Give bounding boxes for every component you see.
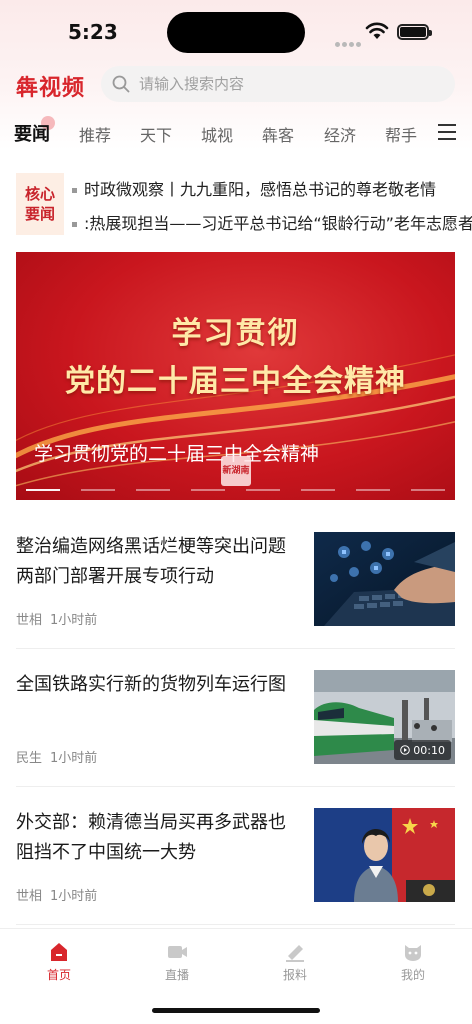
core-badge-line2: 要闻 bbox=[24, 205, 55, 223]
divider bbox=[16, 786, 455, 787]
home-indicator[interactable] bbox=[152, 1008, 320, 1013]
core-news-item[interactable]: 时政微观察丨九九重阳，感悟总书记的尊老敬老情 bbox=[72, 176, 472, 200]
bullet-icon bbox=[72, 222, 77, 227]
cellular-signal-icon bbox=[335, 32, 363, 51]
tab-benke[interactable]: 犇客 bbox=[262, 122, 294, 146]
live-icon bbox=[168, 946, 187, 958]
banner-page-dot bbox=[246, 489, 280, 491]
search-input[interactable] bbox=[139, 66, 439, 102]
article-title: 外交部：赖清德当局买再多武器也阻挡不了中国统一大势 bbox=[16, 812, 286, 863]
core-news-text: :热展现担当——习近平总书记给“银龄行动”老年志愿者 bbox=[84, 214, 472, 233]
nav-report-label: 报料 bbox=[282, 968, 307, 982]
nav-profile[interactable]: 我的 bbox=[383, 941, 443, 983]
feature-banner[interactable]: 学习贯彻 党的二十届三中全会精神 学习贯彻党的二十届三中全会精神 新湖南 bbox=[16, 252, 455, 500]
banner-headline-line1: 学习贯彻 bbox=[171, 316, 300, 351]
core-badge-line1: 核心 bbox=[24, 185, 55, 203]
home-icon bbox=[51, 943, 67, 961]
channel-menu-icon[interactable] bbox=[438, 124, 456, 145]
banner-page-dot bbox=[301, 489, 335, 491]
search-icon bbox=[112, 75, 130, 93]
banner-stamp-logo: 新湖南 bbox=[221, 456, 251, 486]
banner-page-dot bbox=[356, 489, 390, 491]
tab-chengshi[interactable]: 城视 bbox=[201, 122, 233, 146]
tab-bangshou[interactable]: 帮手 bbox=[385, 122, 417, 146]
nav-profile-label: 我的 bbox=[400, 968, 425, 982]
video-duration-badge: 00:10 bbox=[394, 740, 451, 760]
video-duration: 00:10 bbox=[413, 743, 445, 757]
divider bbox=[16, 648, 455, 649]
banner-headline-line2: 党的二十届三中全会精神 bbox=[65, 364, 406, 399]
nav-live-label: 直播 bbox=[164, 968, 189, 982]
article-time: 1小时前 bbox=[50, 751, 98, 766]
profile-icon bbox=[405, 945, 421, 961]
nav-home-label: 首页 bbox=[46, 968, 71, 982]
dynamic-island bbox=[167, 12, 305, 53]
article-category: 民生 bbox=[16, 751, 43, 766]
article-category: 世相 bbox=[16, 613, 43, 628]
nav-live[interactable]: 直播 bbox=[147, 941, 207, 983]
tab-tianxia[interactable]: 天下 bbox=[140, 122, 172, 146]
status-bar: 5:23 bbox=[0, 0, 472, 60]
banner-page-dot bbox=[136, 489, 170, 491]
banner-pagination bbox=[26, 489, 446, 492]
banner-page-dot bbox=[81, 489, 115, 491]
wifi-icon bbox=[365, 22, 389, 39]
banner-page-dot bbox=[191, 489, 225, 491]
nav-report[interactable]: 报料 bbox=[265, 941, 325, 983]
article-item[interactable]: 整治编造网络黑话烂梗等突出问题 两部门部署开展专项行动 世相 1小时前 bbox=[0, 532, 472, 662]
banner-caption: 学习贯彻党的二十届三中全会精神 bbox=[34, 443, 320, 465]
article-thumbnail bbox=[314, 808, 455, 902]
article-time: 1小时前 bbox=[50, 613, 98, 628]
banner-page-dot bbox=[26, 489, 60, 491]
article-item[interactable]: 全国铁路实行新的货物列车运行图 民生 1小时前 00:10 bbox=[0, 670, 472, 800]
banner-page-dot bbox=[411, 489, 445, 491]
core-news-item[interactable]: :热展现担当——习近平总书记给“银龄行动”老年志愿者 bbox=[72, 210, 472, 234]
tab-jingji[interactable]: 经济 bbox=[324, 122, 356, 146]
article-thumbnail: 00:10 bbox=[314, 670, 455, 764]
article-thumbnail bbox=[314, 532, 455, 626]
article-title: 全国铁路实行新的货物列车运行图 bbox=[16, 674, 286, 695]
article-category: 世相 bbox=[16, 889, 43, 904]
battery-icon bbox=[397, 24, 432, 40]
channel-tabs: 要闻 推荐 天下 城视 犇客 经济 帮手 bbox=[0, 116, 472, 150]
article-meta: 民生 1小时前 bbox=[16, 747, 97, 766]
tab-yaowen[interactable]: 要闻 bbox=[14, 120, 50, 146]
nav-home[interactable]: 首页 bbox=[29, 941, 89, 983]
article-title: 整治编造网络黑话烂梗等突出问题 两部门部署开展专项行动 bbox=[16, 536, 286, 587]
divider bbox=[16, 924, 455, 925]
article-meta: 世相 1小时前 bbox=[16, 885, 97, 904]
search-bar[interactable] bbox=[101, 66, 455, 102]
tab-tuijian[interactable]: 推荐 bbox=[79, 122, 111, 146]
app-logo: 犇视频 bbox=[16, 76, 86, 101]
core-news-badge: 核心 要闻 bbox=[16, 173, 64, 235]
article-time: 1小时前 bbox=[50, 889, 98, 904]
play-icon bbox=[400, 745, 411, 755]
article-item[interactable]: 外交部：赖清德当局买再多武器也阻挡不了中国统一大势 世相 1小时前 bbox=[0, 808, 472, 938]
article-meta: 世相 1小时前 bbox=[16, 609, 97, 628]
report-icon bbox=[286, 945, 304, 962]
core-news-text: 时政微观察丨九九重阳，感悟总书记的尊老敬老情 bbox=[84, 180, 437, 199]
bullet-icon bbox=[72, 188, 77, 193]
status-time: 5:23 bbox=[68, 20, 118, 44]
